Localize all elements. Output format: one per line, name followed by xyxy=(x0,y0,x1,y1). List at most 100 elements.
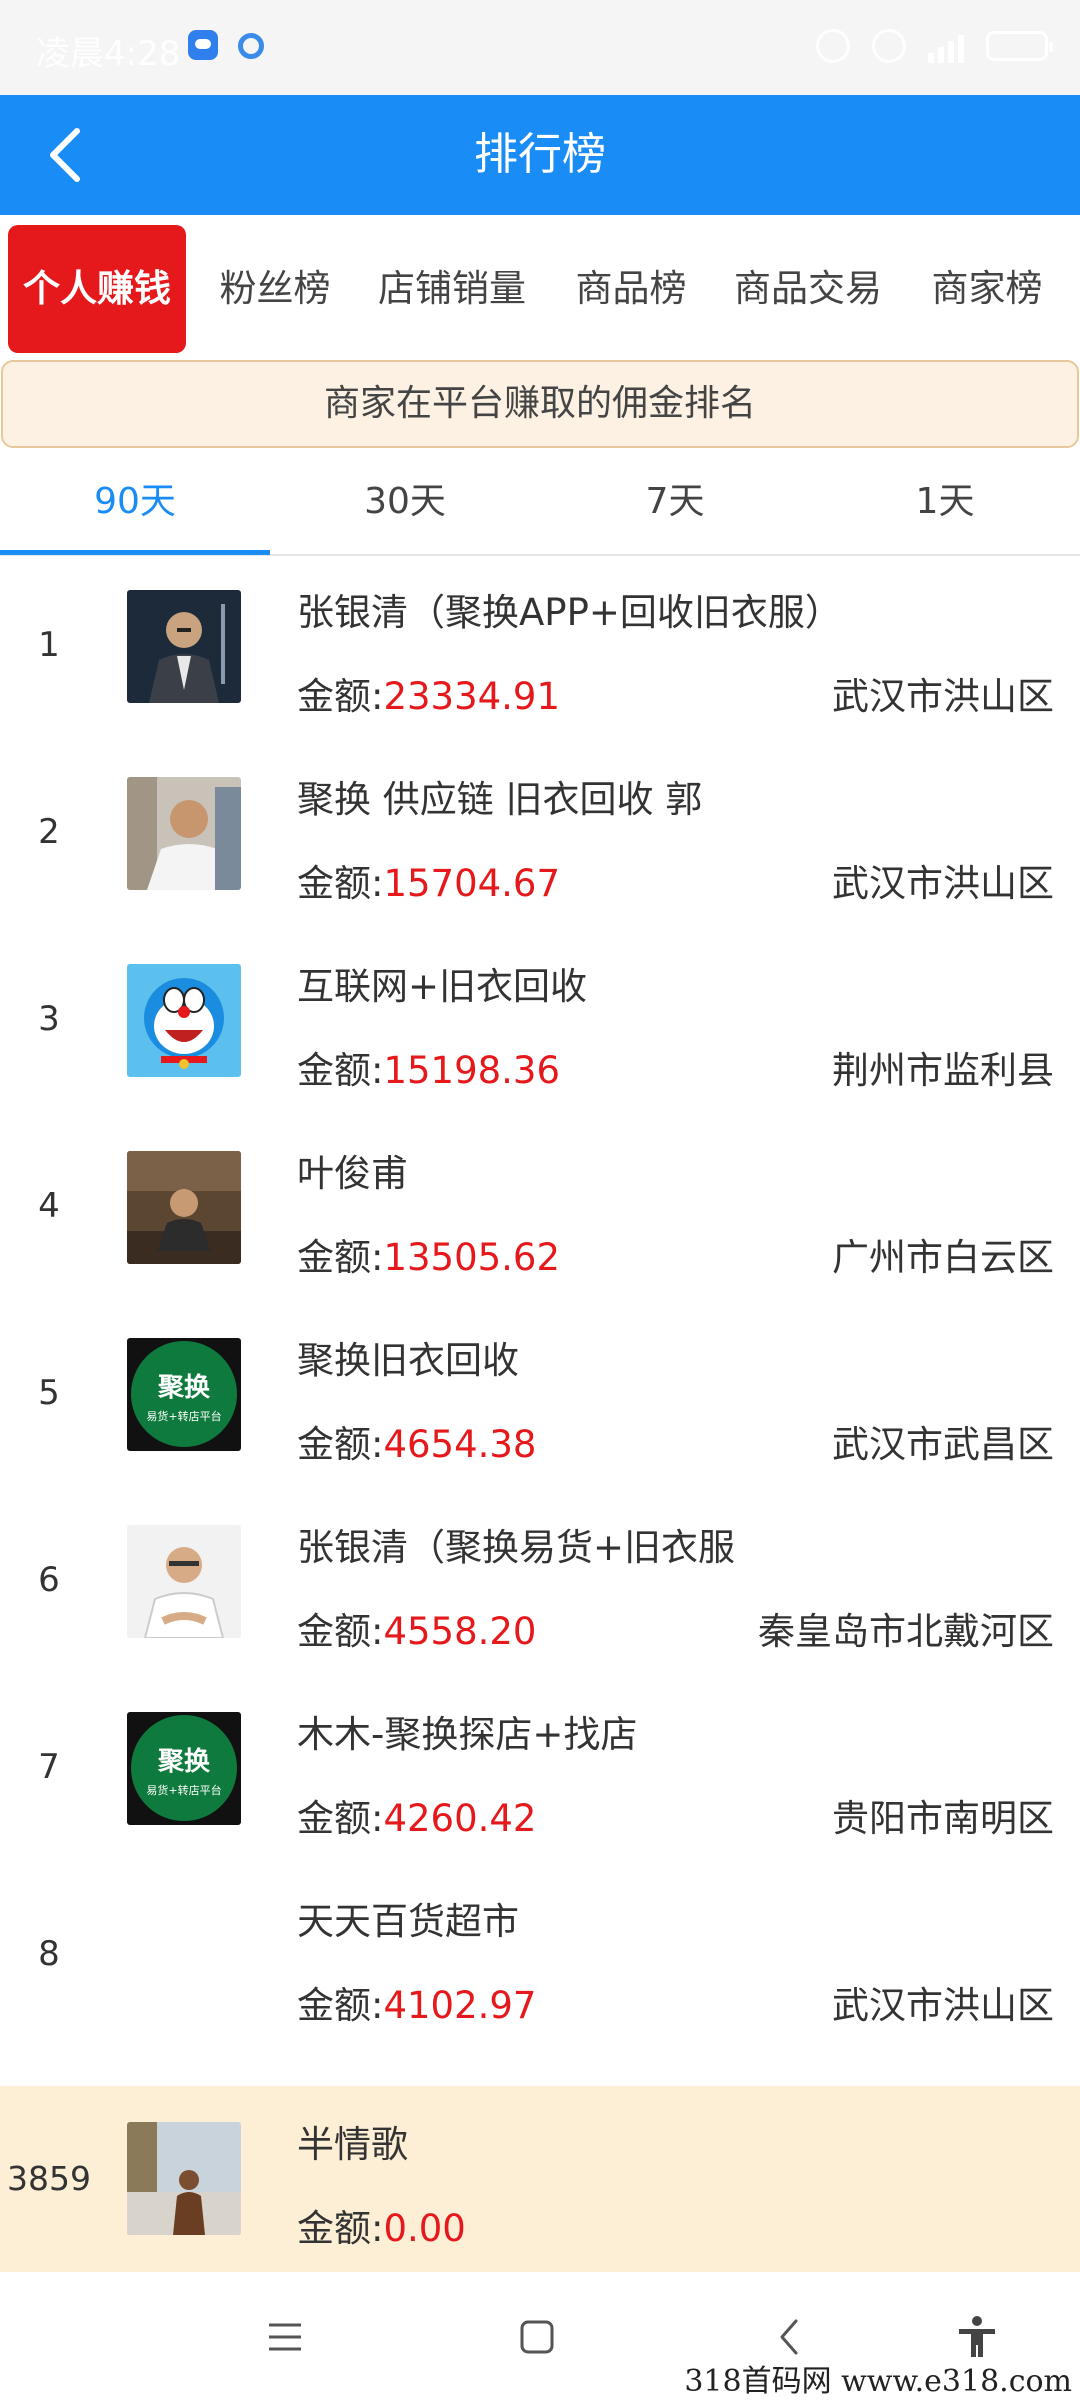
user-name: 半情歌 xyxy=(297,2123,408,2166)
amount-label: 金额: xyxy=(297,1984,384,2027)
rank-number: 7 xyxy=(38,1747,60,1787)
amount-label: 金额: xyxy=(297,1423,384,1466)
logo-title: 聚换 xyxy=(157,1747,211,1777)
logo-title: 聚换 xyxy=(157,1373,211,1403)
user-name: 张银清（聚换易货+旧衣服 xyxy=(297,1526,736,1569)
list-item[interactable]: 5 聚换 易货+转店平台 聚换旧衣回收 金额:4654.38 武汉市武昌区 xyxy=(0,1308,1080,1495)
ranking-list: 1 张银清（聚换APP+回收旧衣服） 金额:23334.91 武汉市洪山区 2 … xyxy=(0,560,1080,2056)
location: 武汉市洪山区 xyxy=(832,675,1054,718)
status-bar: 凌晨4:28 xyxy=(0,0,1080,95)
amount: 金额:4558.20 xyxy=(297,1601,536,1655)
rank-number: 3 xyxy=(38,999,60,1039)
amount: 金额:0.00 xyxy=(297,2198,466,2252)
square-icon xyxy=(520,2320,554,2354)
list-item[interactable]: 4 叶俊甫 金额:13505.62 广州市白云区 xyxy=(0,1121,1080,1308)
amount-label: 金额: xyxy=(297,862,384,905)
amount: 金额:15704.67 xyxy=(297,853,560,907)
user-name: 叶俊甫 xyxy=(297,1152,408,1195)
my-rank-row[interactable]: 3859 半情歌 金额:0.00 xyxy=(0,2086,1080,2272)
amount-value: 4260.42 xyxy=(383,1797,537,1840)
list-item[interactable]: 2 聚换 供应链 旧衣回收 郭 金额:15704.67 武汉市洪山区 xyxy=(0,747,1080,934)
system-nav-bar: 318首码网 www.e318.com xyxy=(0,2272,1080,2400)
battery-icon xyxy=(986,31,1053,61)
amount-label: 金额: xyxy=(297,2207,384,2250)
avatar xyxy=(127,1525,241,1638)
tab-product-trades[interactable]: 商品交易 xyxy=(718,225,898,353)
rank-number: 4 xyxy=(38,1186,60,1226)
amount-label: 金额: xyxy=(297,1236,384,1279)
cloud-icon xyxy=(188,30,218,60)
avatar xyxy=(127,2122,241,2235)
location: 武汉市洪山区 xyxy=(832,1984,1054,2027)
header-bar: 排行榜 xyxy=(0,95,1080,215)
list-item[interactable]: 1 张银清（聚换APP+回收旧衣服） 金额:23334.91 武汉市洪山区 xyxy=(0,560,1080,747)
tab-merchants[interactable]: 商家榜 xyxy=(912,225,1062,353)
amount: 金额:23334.91 xyxy=(297,666,560,720)
amount: 金额:15198.36 xyxy=(297,1040,560,1094)
user-name: 互联网+旧衣回收 xyxy=(297,965,588,1008)
chevron-left-icon xyxy=(780,2319,798,2355)
description-banner: 商家在平台赚取的佣金排名 xyxy=(1,360,1079,448)
category-tabs: 个人赚钱 粉丝榜 店铺销量 商品榜 商品交易 商家榜 xyxy=(0,215,1080,355)
mute-icon xyxy=(816,29,850,63)
list-item[interactable]: 6 张银清（聚换易货+旧衣服 金额:4558.20 秦皇岛市北戴河区 xyxy=(0,1495,1080,1682)
tab-products[interactable]: 商品榜 xyxy=(556,225,706,353)
amount-value: 23334.91 xyxy=(383,675,561,718)
avatar xyxy=(127,777,241,890)
logo-subtitle: 易货+转店平台 xyxy=(146,1783,221,1797)
menu-button[interactable] xyxy=(250,2302,320,2372)
list-item[interactable]: 7 聚换易货+转店平台 木木-聚换探店+找店 金额:4260.42 贵阳市南明区 xyxy=(0,1682,1080,1869)
period-tabs: 90天 30天 7天 1天 xyxy=(0,448,1080,556)
location: 武汉市武昌区 xyxy=(832,1423,1054,1466)
home-button[interactable] xyxy=(502,2302,572,2372)
rank-number: 3859 xyxy=(7,2159,91,2198)
tab-personal-earnings[interactable]: 个人赚钱 xyxy=(8,225,186,353)
rank-number: 2 xyxy=(38,812,60,852)
location: 贵阳市南明区 xyxy=(832,1797,1054,1840)
location: 武汉市洪山区 xyxy=(832,862,1054,905)
amount: 金额:4260.42 xyxy=(297,1788,536,1842)
amount: 金额:4102.97 xyxy=(297,1975,536,2029)
tab-store-sales[interactable]: 店铺销量 xyxy=(362,225,542,353)
rank-number: 5 xyxy=(38,1373,60,1413)
signal-icon xyxy=(928,29,964,63)
amount-label: 金额: xyxy=(297,675,384,718)
amount: 金额:4654.38 xyxy=(297,1414,536,1468)
menu-icon xyxy=(269,2323,301,2351)
location: 荆州市监利县 xyxy=(832,1049,1054,1092)
amount-value: 4102.97 xyxy=(383,1984,537,2027)
tab-30-days[interactable]: 30天 xyxy=(270,448,540,556)
amount-value: 4558.20 xyxy=(383,1610,537,1653)
tab-fans[interactable]: 粉丝榜 xyxy=(200,225,350,353)
user-name: 聚换 供应链 旧衣回收 郭 xyxy=(297,778,703,821)
location: 广州市白云区 xyxy=(832,1236,1054,1279)
user-name: 天天百货超市 xyxy=(297,1900,519,1943)
rank-number: 1 xyxy=(38,625,60,665)
amount-label: 金额: xyxy=(297,1797,384,1840)
tab-1-day[interactable]: 1天 xyxy=(810,448,1080,556)
amount: 金额:13505.62 xyxy=(297,1227,560,1281)
user-name: 张银清（聚换APP+回收旧衣服） xyxy=(297,591,825,634)
user-name: 木木-聚换探店+找店 xyxy=(297,1713,638,1756)
avatar xyxy=(127,964,241,1077)
location: 秦皇岛市北戴河区 xyxy=(758,1610,1054,1653)
amount-label: 金额: xyxy=(297,1049,384,1092)
list-item[interactable]: 3 互联网+旧衣回收 金额:15198.36 荆州市监利县 xyxy=(0,934,1080,1121)
amount-value: 15704.67 xyxy=(383,862,561,905)
status-icons xyxy=(816,26,1053,66)
rank-number: 8 xyxy=(38,1934,60,1974)
page-title: 排行榜 xyxy=(474,129,606,180)
list-item[interactable]: 8 天天百货超市 金额:4102.97 武汉市洪山区 xyxy=(0,1869,1080,2056)
avatar xyxy=(127,1151,241,1264)
amount-label: 金额: xyxy=(297,1610,384,1653)
rank-number: 6 xyxy=(38,1560,60,1600)
amount-value: 15198.36 xyxy=(383,1049,561,1092)
tab-90-days[interactable]: 90天 xyxy=(0,448,270,556)
amount-value: 0.00 xyxy=(383,2207,466,2250)
user-name: 聚换旧衣回收 xyxy=(297,1339,519,1382)
avatar xyxy=(127,590,241,703)
avatar: 聚换 易货+转店平台 xyxy=(127,1338,241,1451)
accessibility-icon xyxy=(959,2316,995,2357)
tab-7-days[interactable]: 7天 xyxy=(540,448,810,556)
amount-value: 4654.38 xyxy=(383,1423,537,1466)
